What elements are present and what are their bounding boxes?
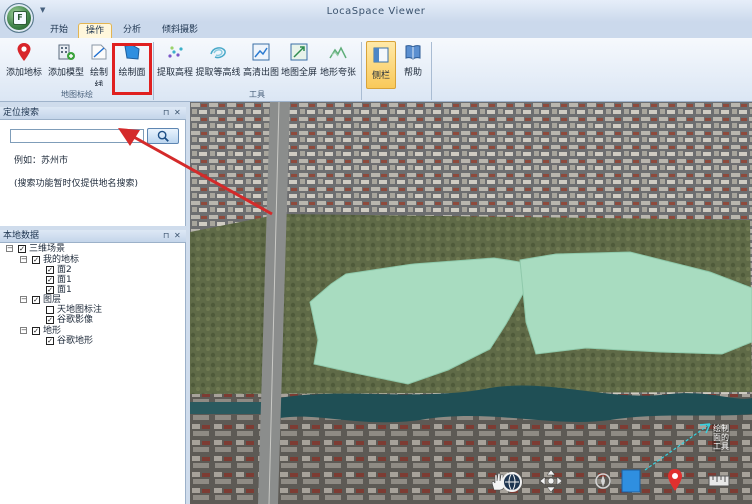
ribbon-tab-row: 开始 操作 分析 倾斜摄影 bbox=[0, 22, 752, 38]
hd-export-label: 高清出图 bbox=[242, 68, 279, 78]
collapse-icon[interactable]: − bbox=[6, 245, 13, 252]
draw-line-icon bbox=[91, 44, 107, 60]
map-pin-icon bbox=[17, 43, 31, 61]
checkbox-checked[interactable]: ✓ bbox=[46, 316, 54, 324]
tab-oblique-photography[interactable]: 倾斜摄影 bbox=[152, 23, 208, 38]
tree-label: 面1 bbox=[57, 275, 72, 285]
tree-label: 谷歌地形 bbox=[57, 336, 94, 346]
group-divider bbox=[361, 42, 362, 100]
tab-operate[interactable]: 操作 bbox=[78, 23, 112, 38]
globe-icon[interactable] bbox=[500, 470, 524, 494]
map-pin-icon[interactable] bbox=[666, 468, 684, 492]
map-viewport[interactable]: 绘制面的工具 bbox=[190, 102, 752, 504]
add-placemark-label: 添加地标 bbox=[5, 68, 42, 78]
compass-icon[interactable] bbox=[594, 472, 612, 490]
app-logo-icon: F bbox=[13, 11, 27, 25]
collapse-icon[interactable]: − bbox=[20, 296, 27, 303]
draw-polygon-highlight bbox=[112, 43, 152, 95]
help-book-icon bbox=[405, 45, 421, 60]
hd-export-icon bbox=[252, 43, 270, 61]
search-panel-title: 定位搜索 bbox=[3, 108, 40, 118]
draw-line-label: 绘制线 bbox=[89, 68, 108, 86]
tree-label: 图层 bbox=[43, 295, 62, 305]
group-label-tools: 工具 bbox=[249, 90, 265, 99]
map-fullscreen-label: 地图全屏 bbox=[280, 68, 317, 78]
collapse-icon[interactable]: − bbox=[20, 256, 27, 263]
search-input[interactable] bbox=[10, 129, 144, 143]
hd-export-button[interactable]: 高清出图 bbox=[242, 42, 280, 86]
checkbox-checked[interactable]: ✓ bbox=[32, 256, 40, 264]
extract-elevation-button[interactable]: 提取高程 bbox=[156, 42, 194, 86]
tree-label: 面1 bbox=[57, 285, 72, 295]
satellite-imagery bbox=[190, 102, 752, 504]
extract-contour-button[interactable]: 提取等高线 bbox=[194, 42, 242, 86]
draw-line-button[interactable]: 绘制线 bbox=[86, 42, 112, 86]
tree-label: 面2 bbox=[57, 265, 72, 275]
add-model-label: 添加模型 bbox=[47, 68, 84, 78]
sidebar-toggle-button[interactable]: 侧栏 bbox=[366, 41, 396, 89]
fullscreen-icon bbox=[290, 43, 308, 61]
group-divider bbox=[153, 42, 154, 100]
sidebar-toggle-label: 侧栏 bbox=[371, 71, 390, 81]
model-icon bbox=[58, 44, 75, 60]
help-button[interactable]: 帮助 bbox=[398, 42, 428, 86]
window-title: LocaSpace Viewer bbox=[326, 6, 426, 17]
measure-tool-icon[interactable] bbox=[708, 472, 730, 490]
local-data-body bbox=[0, 243, 186, 504]
tree-label: 我的地标 bbox=[43, 255, 80, 265]
close-icon[interactable]: ✕ bbox=[174, 107, 181, 119]
local-data-header: 本地数据 ⊓ ✕ bbox=[0, 230, 186, 243]
terrain-exaggeration-label: 地形夸张 bbox=[319, 68, 356, 78]
checkbox-checked[interactable]: ✓ bbox=[18, 245, 26, 253]
draw-polygon-tool-callout: 绘制面的工具 bbox=[712, 424, 730, 451]
add-placemark-button[interactable]: 添加地标 bbox=[4, 42, 44, 86]
tab-analysis[interactable]: 分析 bbox=[116, 23, 148, 38]
tree-label: 谷歌影像 bbox=[57, 315, 94, 325]
tree-label: 地形 bbox=[43, 326, 62, 336]
close-icon[interactable]: ✕ bbox=[174, 230, 181, 242]
extract-contour-label: 提取等高线 bbox=[195, 68, 241, 78]
group-divider bbox=[431, 42, 432, 100]
checkbox-checked[interactable]: ✓ bbox=[46, 266, 54, 274]
elevation-icon bbox=[168, 46, 183, 58]
contour-icon bbox=[210, 47, 226, 59]
tree-label: 三维场景 bbox=[29, 244, 66, 254]
title-bar: F ▼ LocaSpace Viewer bbox=[0, 0, 752, 33]
sidebar-icon bbox=[373, 47, 389, 63]
search-note-text: (搜索功能暂时仅提供地名搜索) bbox=[14, 179, 139, 189]
search-icon bbox=[157, 130, 169, 142]
pin-icon[interactable]: ⊓ bbox=[163, 230, 169, 242]
checkbox-checked[interactable]: ✓ bbox=[32, 327, 40, 335]
checkbox-checked[interactable]: ✓ bbox=[32, 296, 40, 304]
help-label: 帮助 bbox=[403, 68, 422, 78]
search-button[interactable] bbox=[147, 128, 179, 144]
add-model-button[interactable]: 添加模型 bbox=[46, 42, 86, 86]
app-menu-button[interactable]: F bbox=[4, 3, 34, 33]
checkbox-checked[interactable]: ✓ bbox=[46, 276, 54, 284]
map-fullscreen-button[interactable]: 地图全屏 bbox=[280, 42, 318, 86]
extract-elevation-label: 提取高程 bbox=[156, 68, 193, 78]
terrain-exaggeration-button[interactable]: 地形夸张 bbox=[318, 42, 358, 86]
navigation-arrows-icon[interactable] bbox=[538, 468, 564, 494]
search-panel-header: 定位搜索 ⊓ ✕ bbox=[0, 107, 186, 120]
tab-start[interactable]: 开始 bbox=[40, 23, 78, 38]
collapse-icon[interactable]: − bbox=[20, 327, 27, 334]
tree-label: 天地图标注 bbox=[57, 305, 103, 315]
local-data-title: 本地数据 bbox=[3, 231, 40, 241]
checkbox-checked[interactable]: ✓ bbox=[46, 286, 54, 294]
terrain-icon bbox=[329, 46, 347, 59]
checkbox-unchecked[interactable] bbox=[46, 306, 54, 314]
pin-icon[interactable]: ⊓ bbox=[163, 107, 169, 119]
checkbox-checked[interactable]: ✓ bbox=[46, 337, 54, 345]
search-example-text: 例如：苏州市 bbox=[14, 156, 69, 166]
